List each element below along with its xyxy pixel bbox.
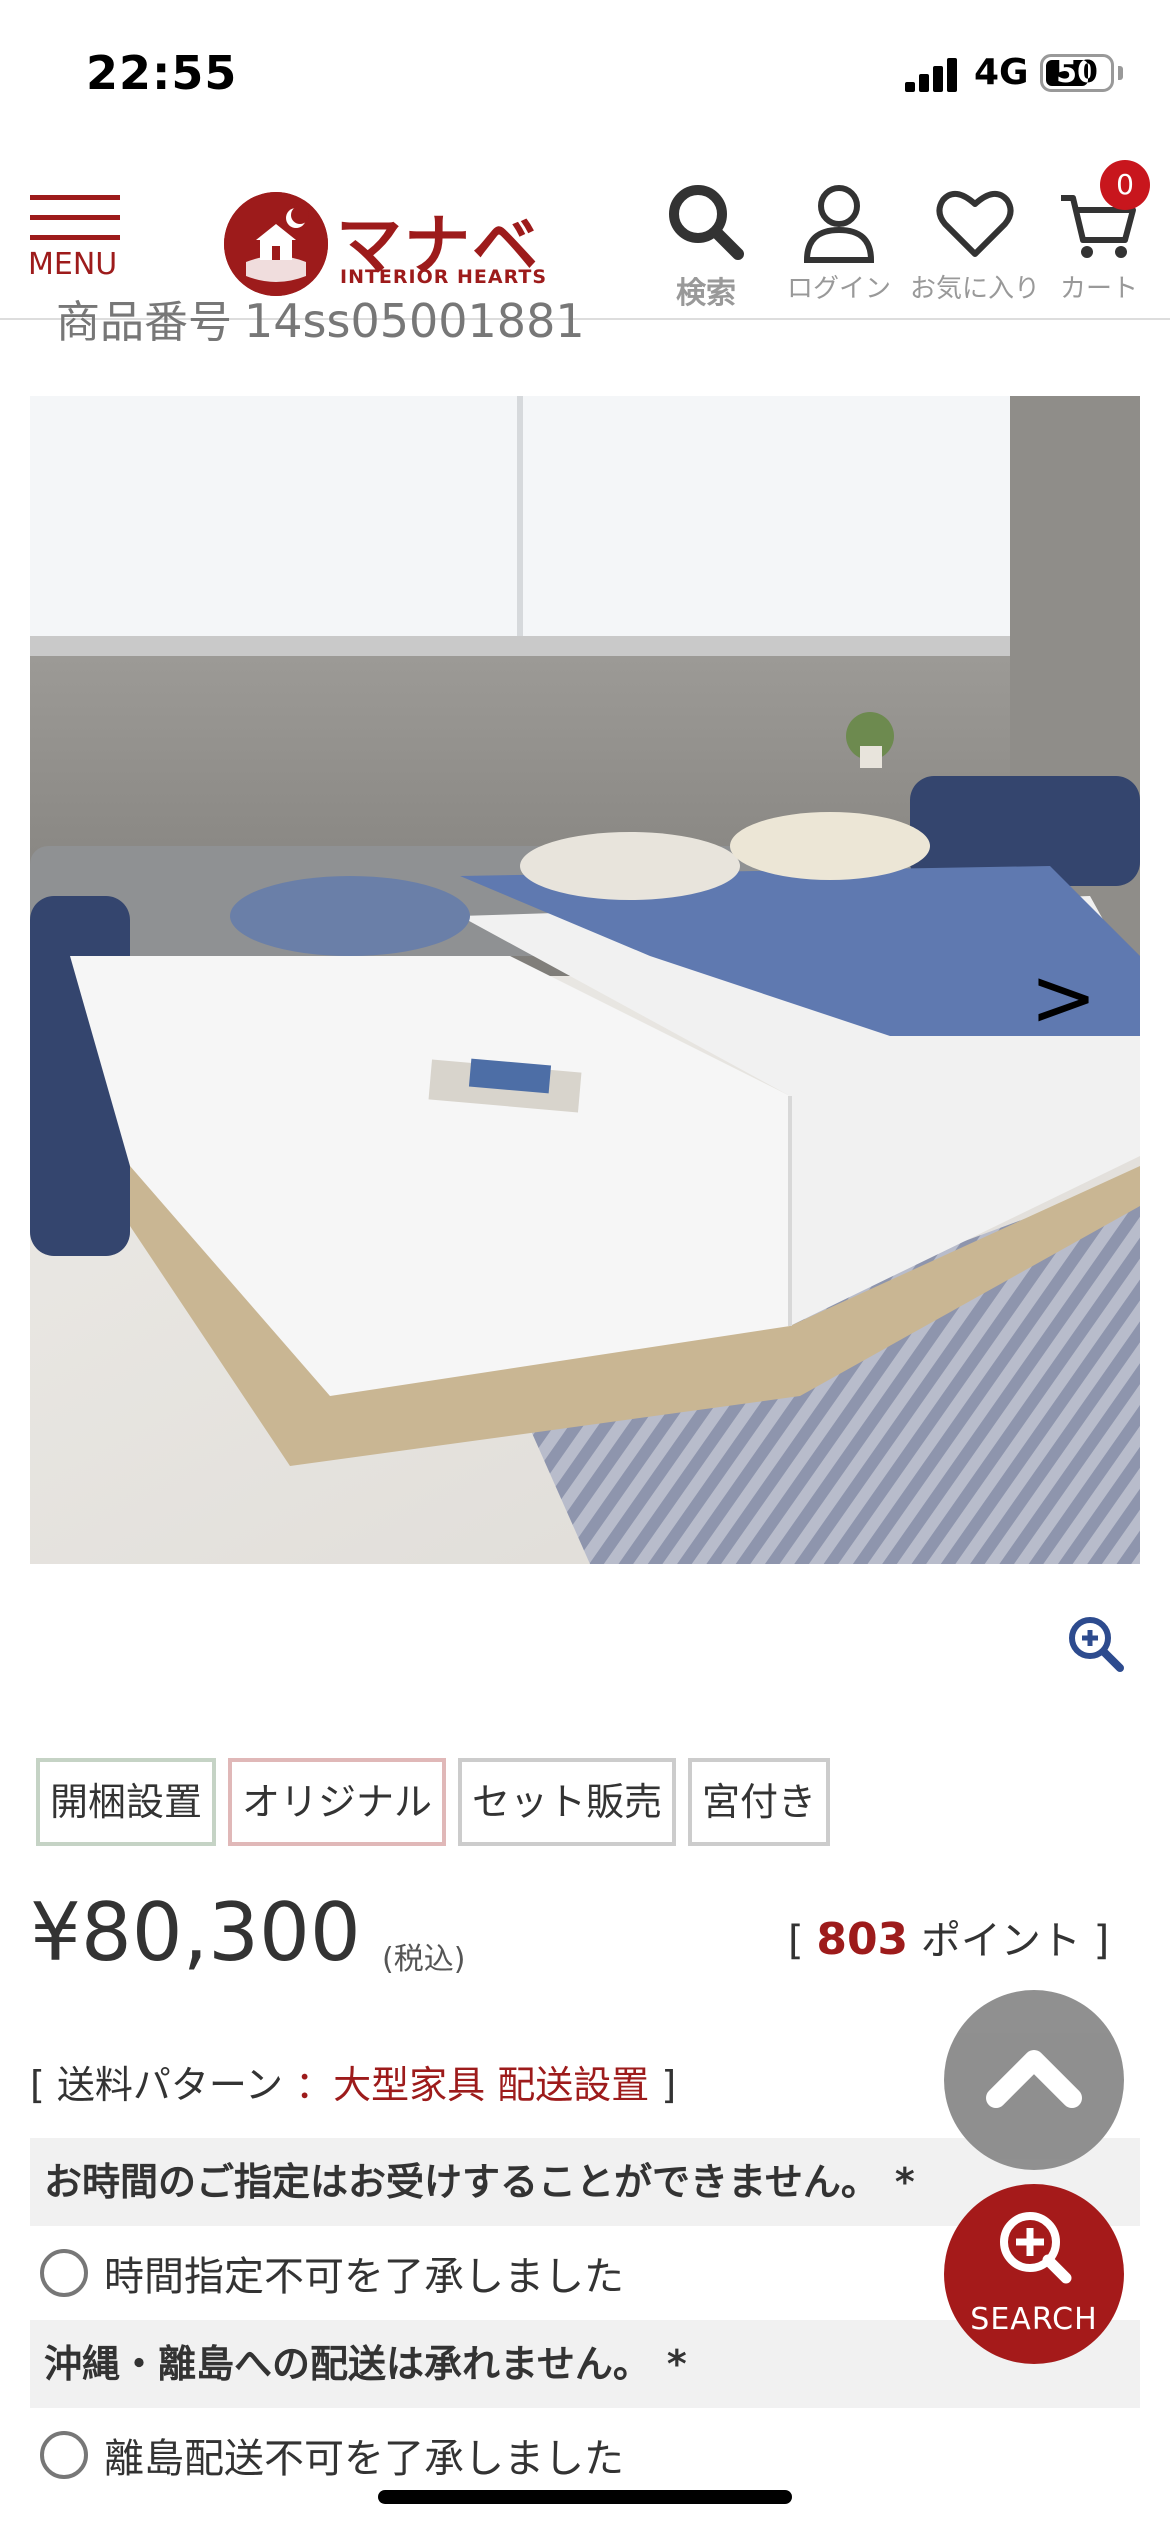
- tag-unpacking-setup[interactable]: 開梱設置: [36, 1758, 217, 1846]
- shipping-bracket-close: ]: [661, 2063, 677, 2107]
- required-mark: *: [666, 2342, 687, 2386]
- site-header: MENU マナベ INTERIOR HEARTS 検索 ログイン お気に入り カ…: [0, 150, 1170, 320]
- points-info: [ 803 ポイント ]: [788, 1908, 1109, 1966]
- network-label: 4G: [974, 52, 1029, 93]
- notice-title: 沖縄・離島への配送は承れません。: [44, 2342, 651, 2386]
- user-icon: [803, 185, 875, 263]
- radio-button[interactable]: [40, 2249, 88, 2297]
- points-value: 803: [816, 1914, 909, 1965]
- bed-photo: [30, 396, 1140, 1564]
- menu-button[interactable]: MENU: [28, 195, 124, 291]
- tag-with-headboard[interactable]: 宮付き: [688, 1758, 831, 1846]
- heart-icon: [936, 191, 1014, 257]
- shipping-label: 送料パターン: [56, 2063, 284, 2107]
- search-icon: [669, 185, 744, 260]
- favorites-button[interactable]: お気に入り: [910, 180, 1040, 310]
- notice-title: お時間のご指定はお受けすることができません。: [44, 2160, 879, 2204]
- agree-island-unavailable[interactable]: 離島配送不可を了承しました: [40, 2426, 624, 2484]
- product-number-label: 商品番号: [56, 298, 232, 348]
- favorites-label: お気に入り: [910, 274, 1041, 304]
- site-logo[interactable]: マナベ INTERIOR HEARTS: [224, 192, 564, 296]
- battery-icon: 50: [1040, 54, 1114, 92]
- points-bracket-open: [: [788, 1918, 804, 1964]
- shipping-pattern: [ 送料パターン ：大型家具 配送設置 ]: [30, 2054, 676, 2109]
- next-image-arrow[interactable]: >: [1030, 951, 1097, 1044]
- chevron-up-icon: [986, 2050, 1082, 2108]
- home-indicator[interactable]: [378, 2490, 792, 2504]
- floating-search-button[interactable]: SEARCH: [944, 2184, 1124, 2364]
- cart-count-badge: 0: [1100, 160, 1150, 210]
- shipping-separator: ：: [295, 2063, 334, 2107]
- menu-label: MENU: [28, 247, 118, 282]
- login-label: ログイン: [786, 274, 891, 304]
- status-time: 22:55: [86, 46, 238, 100]
- agree-label: 時間指定不可を了承しました: [104, 2254, 624, 2300]
- shipping-bracket-open: [: [30, 2063, 45, 2107]
- tag-set-sale[interactable]: セット販売: [458, 1758, 677, 1846]
- required-mark: *: [894, 2160, 915, 2204]
- product-tags: 開梱設置 オリジナル セット販売 宮付き: [36, 1758, 831, 1846]
- scroll-to-top-button[interactable]: [944, 1990, 1124, 2170]
- logo-mark-icon: [224, 192, 328, 296]
- product-number-value: 14ss05001881: [244, 298, 585, 348]
- battery-level: 50: [1056, 55, 1098, 90]
- agree-label: 離島配送不可を了承しました: [104, 2436, 624, 2482]
- shipping-value: 大型家具 配送設置: [333, 2063, 650, 2107]
- logo-subtitle: INTERIOR HEARTS: [340, 266, 548, 288]
- login-button[interactable]: ログイン: [774, 180, 904, 310]
- points-label: ポイント: [920, 1918, 1081, 1964]
- product-price: ¥80,300: [30, 1886, 361, 1979]
- product-number: 商品番号 14ss05001881: [56, 298, 756, 358]
- signal-icon: [905, 56, 961, 92]
- radio-button[interactable]: [40, 2431, 88, 2479]
- agree-time-unavailable[interactable]: 時間指定不可を了承しました: [40, 2244, 624, 2302]
- status-bar: 22:55 4G 50: [0, 0, 1170, 150]
- tax-note: (税込): [382, 1942, 466, 1977]
- cart-label: カート: [1059, 274, 1138, 304]
- product-image[interactable]: >: [30, 396, 1140, 1564]
- search-plus-icon: [1000, 2212, 1072, 2284]
- zoom-icon[interactable]: [1066, 1614, 1126, 1674]
- points-bracket-close: ]: [1093, 1918, 1110, 1964]
- search-button[interactable]: 検索: [641, 180, 771, 311]
- tag-original[interactable]: オリジナル: [228, 1758, 447, 1846]
- floating-search-label: SEARCH: [970, 2302, 1098, 2337]
